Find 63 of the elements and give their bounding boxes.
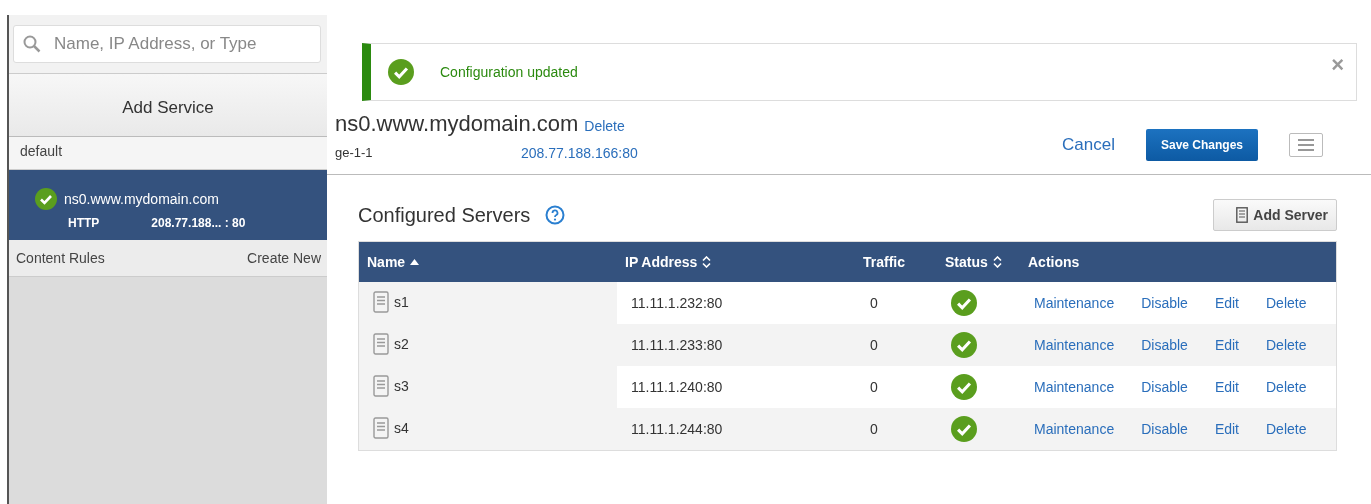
action-link[interactable]: Disable: [1141, 379, 1188, 395]
notification-message: Configuration updated: [440, 64, 578, 80]
action-link[interactable]: Maintenance: [1034, 379, 1115, 395]
action-link[interactable]: Disable: [1141, 295, 1188, 311]
menu-icon: [1298, 139, 1314, 151]
group-label: default: [9, 137, 327, 170]
table-cell: s3: [394, 377, 409, 394]
column-header: Traffic: [863, 254, 905, 270]
table-cell: s2: [394, 335, 409, 352]
add-server-button[interactable]: Add Server: [1213, 199, 1337, 231]
section-title: Configured Servers: [358, 203, 531, 227]
server-icon: [373, 416, 389, 439]
close-button[interactable]: ×: [1331, 52, 1344, 78]
table-cell: 0: [870, 421, 878, 437]
table-cell: s4: [394, 419, 409, 436]
save-changes-button[interactable]: Save Changes: [1145, 129, 1258, 161]
search-field[interactable]: Name, IP Address, or Type: [13, 25, 321, 63]
column-header: Actions: [1028, 254, 1080, 270]
address-link[interactable]: 208.77.188.166:80: [521, 145, 638, 161]
service-protocol: HTTP: [68, 216, 100, 230]
content-rules-label: Content Rules: [16, 250, 105, 266]
sort-ascending-icon: [410, 259, 420, 265]
service-address: 208.77.188... : 80: [151, 216, 246, 230]
menu-button[interactable]: [1289, 133, 1323, 157]
table-cell: 0: [870, 379, 878, 395]
action-link[interactable]: Delete: [1266, 421, 1307, 437]
cancel-link[interactable]: Cancel: [1062, 135, 1115, 155]
action-link[interactable]: Maintenance: [1034, 295, 1115, 311]
create-new-link[interactable]: Create New: [247, 250, 321, 266]
column-header[interactable]: Name: [367, 254, 406, 270]
table-cell: 11.11.1.240:80: [631, 379, 723, 395]
action-link[interactable]: Disable: [1141, 337, 1188, 353]
table-cell: 0: [870, 337, 878, 353]
server-icon: [373, 332, 389, 355]
action-link[interactable]: Maintenance: [1034, 421, 1115, 437]
action-link[interactable]: Delete: [1266, 379, 1307, 395]
service-title: ns0.www.mydomain.com: [335, 111, 579, 137]
column-header[interactable]: IP Address: [625, 254, 698, 270]
sort-icon: [702, 256, 712, 268]
server-icon: [373, 374, 389, 397]
check-circle-icon: [388, 59, 414, 85]
interface-label: ge-1-1: [335, 145, 374, 161]
delete-link[interactable]: Delete: [584, 118, 625, 134]
table-cell: s1: [394, 293, 409, 310]
action-link[interactable]: Disable: [1141, 421, 1188, 437]
table-cell: 0: [870, 295, 878, 311]
service-item[interactable]: ns0.www.mydomain.com HTTP 208.77.188... : 80: [9, 170, 327, 240]
action-link[interactable]: Delete: [1266, 295, 1307, 311]
table-cell: 11.11.1.233:80: [631, 337, 723, 353]
sort-icon: [992, 256, 1002, 268]
table-cell: 11.11.1.244:80: [631, 421, 723, 437]
action-link[interactable]: Delete: [1266, 337, 1307, 353]
action-link[interactable]: Edit: [1214, 379, 1239, 395]
action-link[interactable]: Maintenance: [1034, 337, 1115, 353]
server-icon: [1236, 207, 1249, 223]
action-link[interactable]: Edit: [1214, 421, 1239, 437]
server-icon: [373, 290, 389, 313]
add-service-button[interactable]: Add Service: [9, 73, 327, 137]
help-icon[interactable]: [545, 205, 566, 225]
action-link[interactable]: Edit: [1214, 295, 1239, 311]
action-link[interactable]: Edit: [1214, 337, 1239, 353]
service-name: ns0.www.mydomain.com: [64, 191, 219, 207]
table-cell: 11.11.1.232:80: [631, 295, 723, 311]
